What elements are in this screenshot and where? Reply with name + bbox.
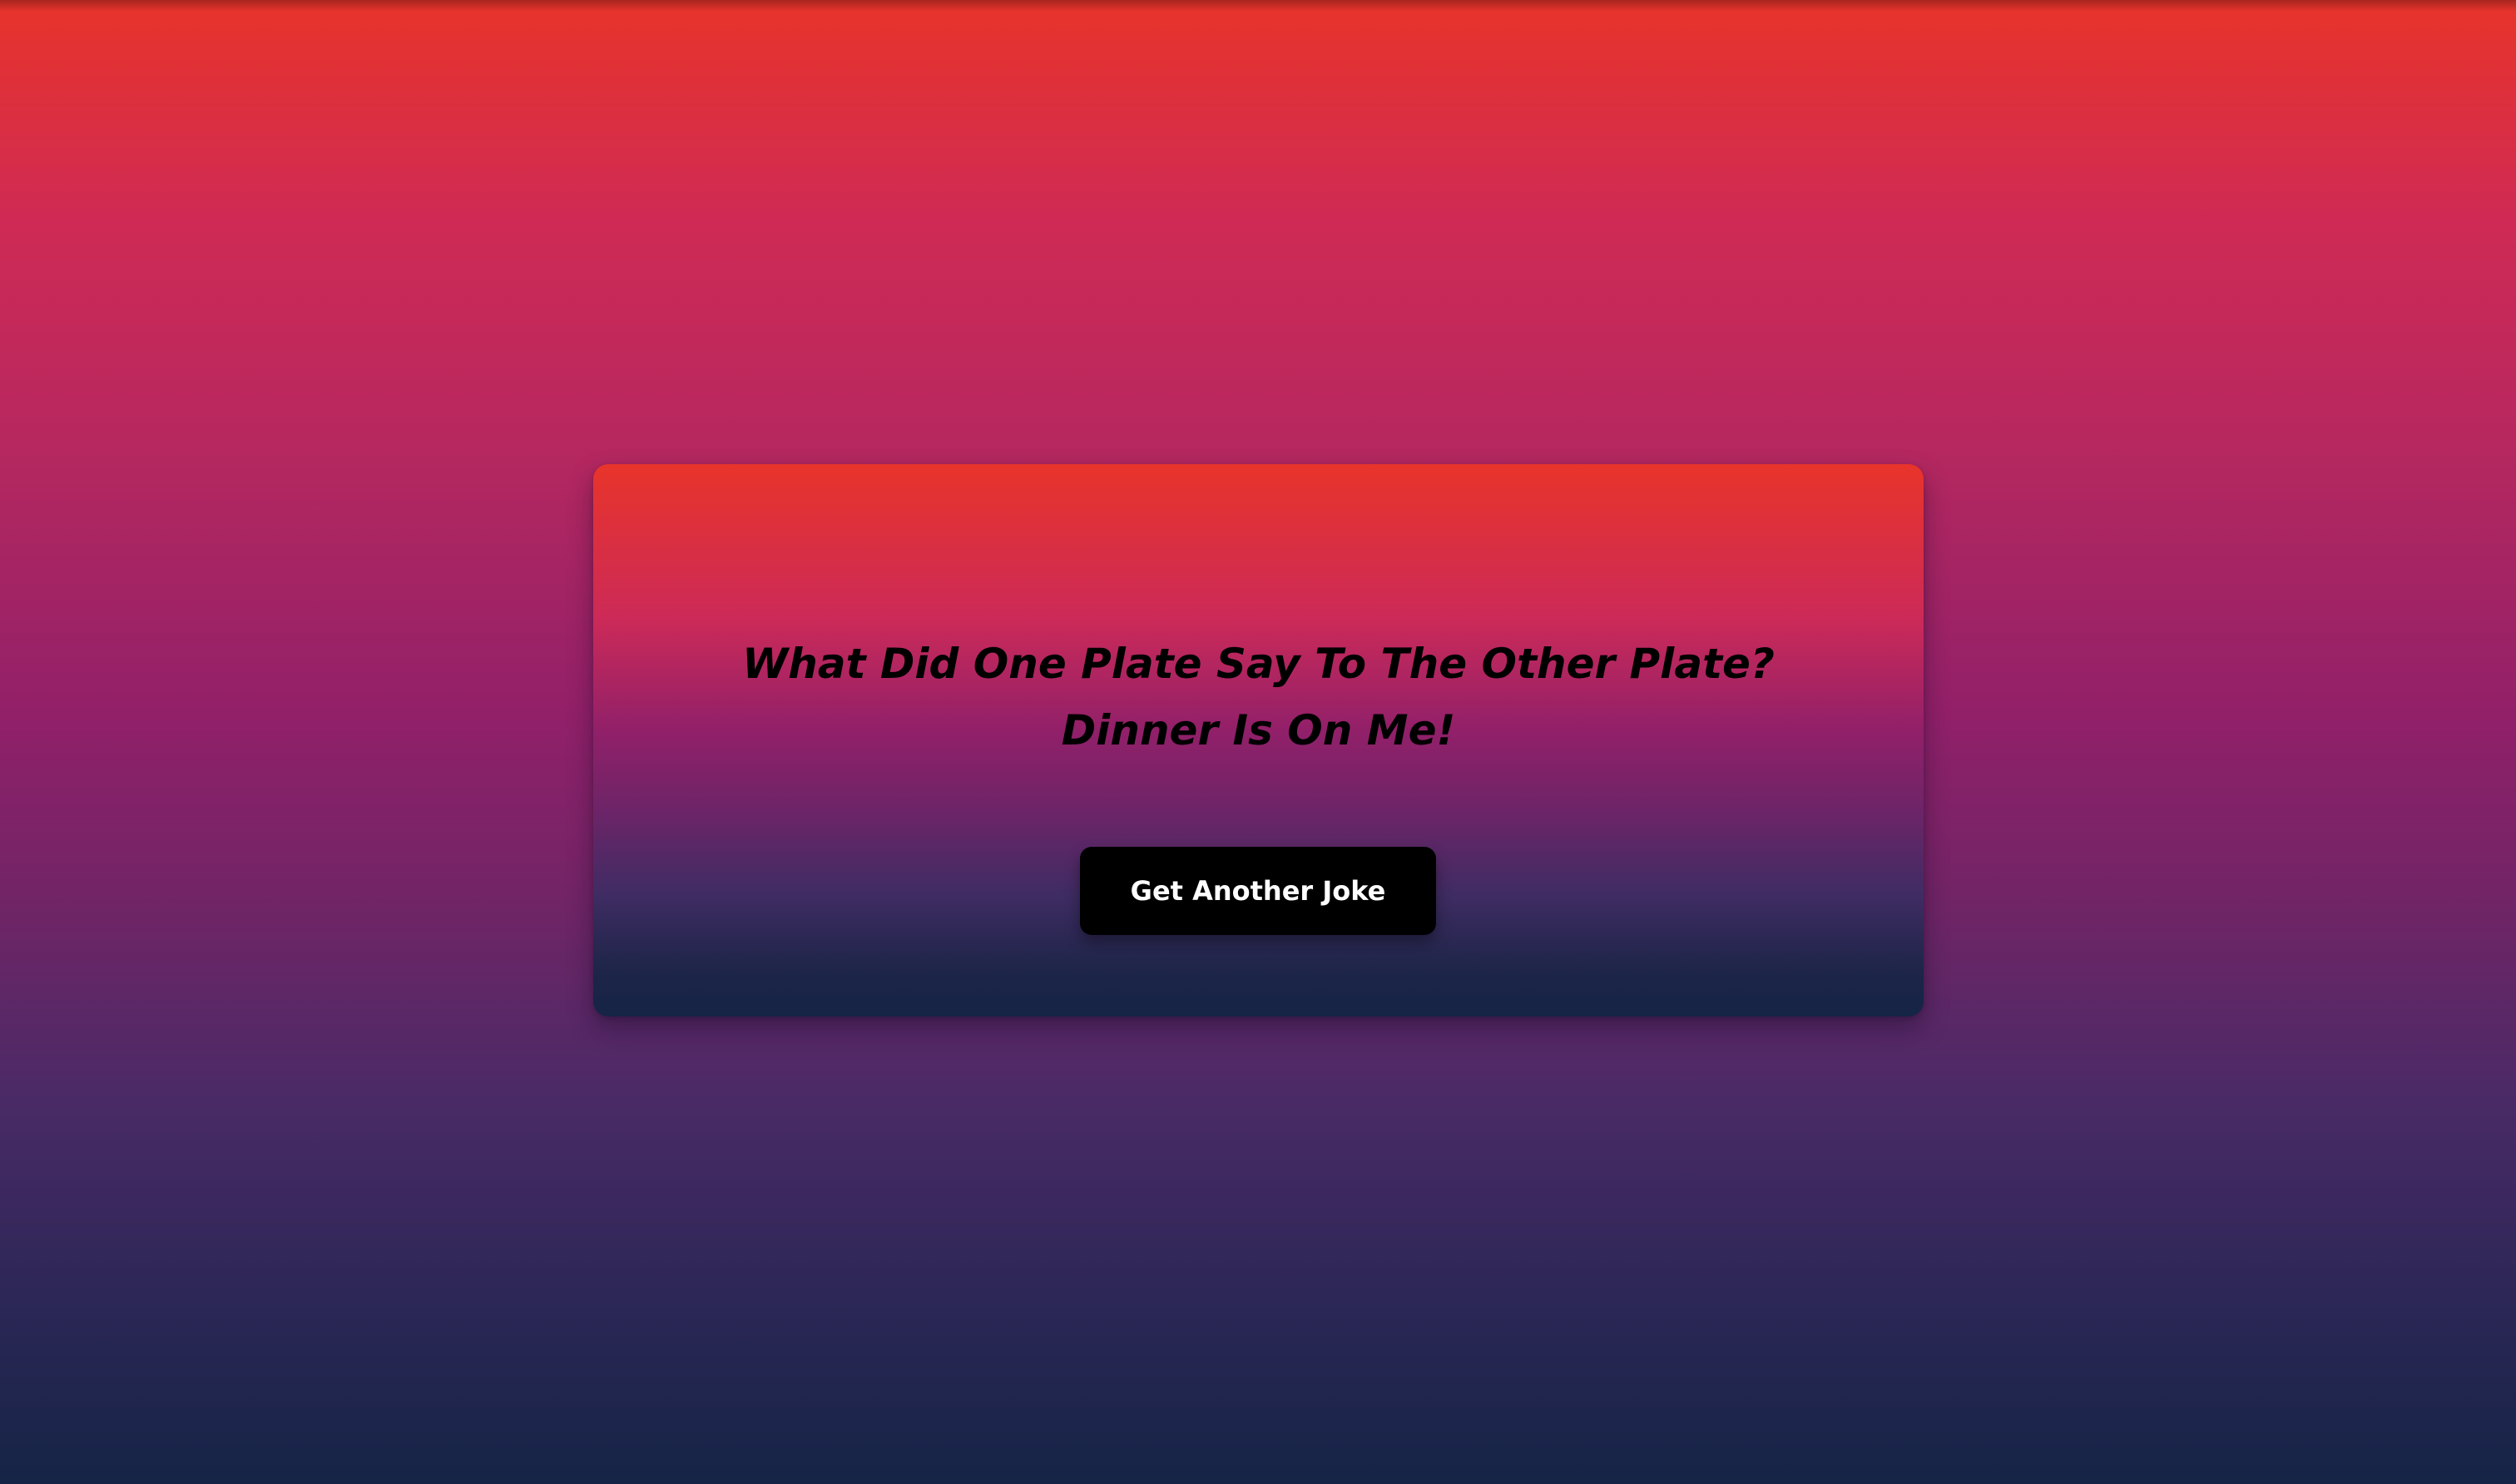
joke-answer: Dinner Is On Me! [1061,706,1456,754]
joke-text: What Did One Plate Say To The Other Plat… [593,631,1924,764]
joke-question: What Did One Plate Say To The Other Plat… [742,640,1775,688]
get-another-joke-button[interactable]: Get Another Joke [1080,847,1436,935]
top-edge-shadow [0,0,2516,12]
joke-card: What Did One Plate Say To The Other Plat… [593,464,1924,1017]
